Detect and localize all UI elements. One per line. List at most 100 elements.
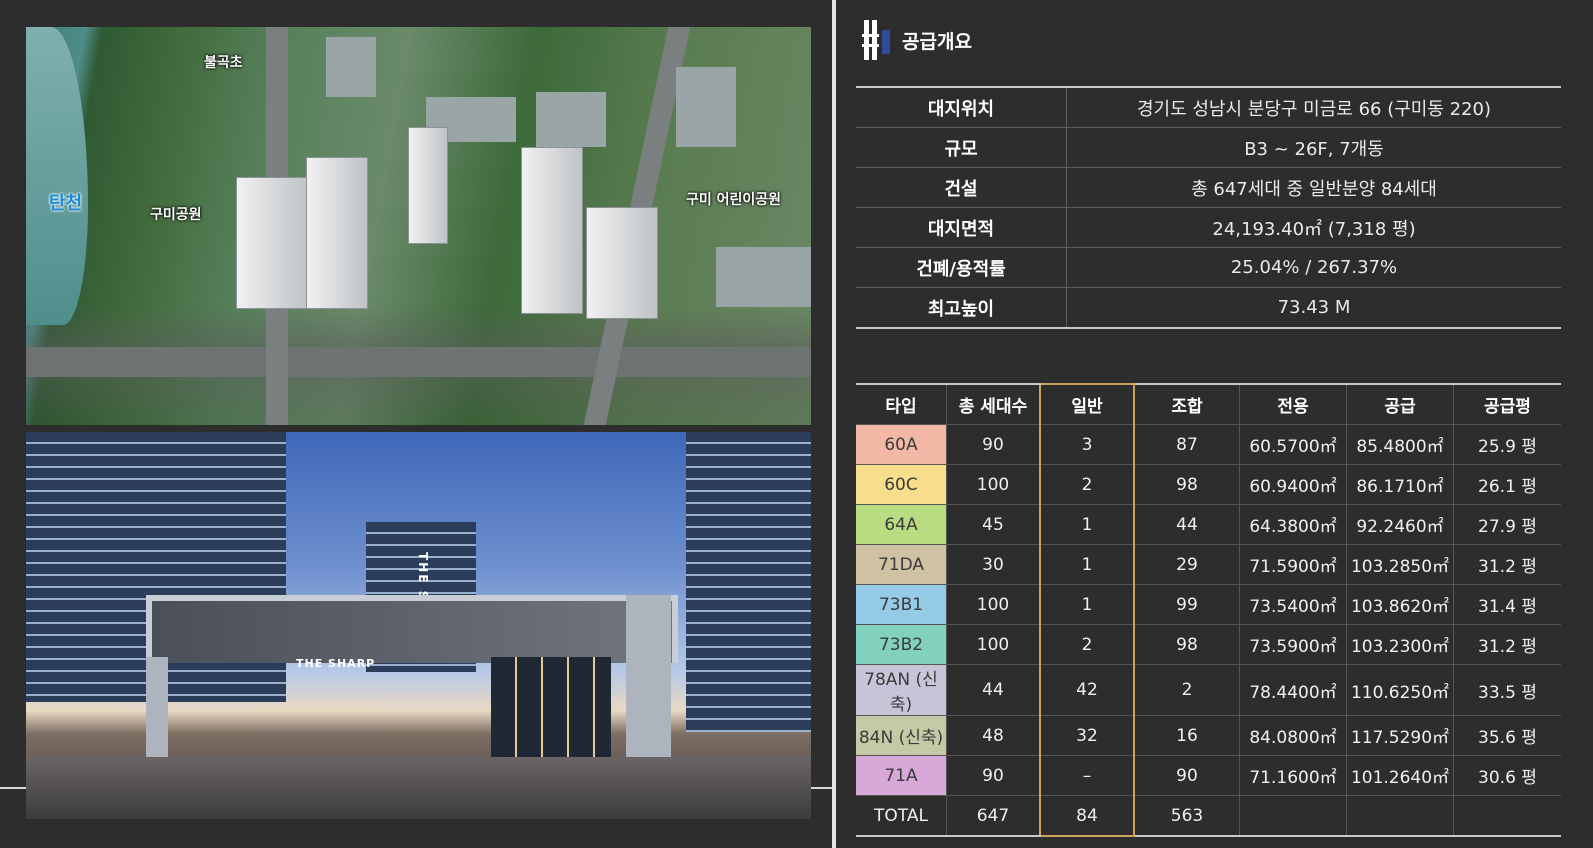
divider-tick xyxy=(0,787,26,789)
cell-total: 100 xyxy=(946,464,1041,505)
cell-pyeong: 30.6 평 xyxy=(1453,755,1561,796)
cell-exclusive: 73.5400㎡ xyxy=(1239,584,1347,625)
cell-general: 32 xyxy=(1039,715,1135,756)
cell-general: 3 xyxy=(1039,424,1135,465)
cell-type: 73B1 xyxy=(856,584,947,625)
summary-label: 건설 xyxy=(856,167,1067,208)
table-row: 60C 100 2 98 60.9400㎡ 86.1710㎡ 26.1 평 xyxy=(856,464,1561,505)
cell-type: 60C xyxy=(856,464,947,505)
cell-total: 90 xyxy=(946,424,1041,465)
table-row: 건설 총 647세대 중 일반분양 84세대 xyxy=(856,167,1561,208)
cell-type: 71A xyxy=(856,755,947,796)
river xyxy=(26,27,88,325)
gate-pillar xyxy=(146,657,168,767)
cell-general: 1 xyxy=(1039,544,1135,585)
section-header: 공급개요 xyxy=(862,20,972,60)
cell-type: 84N (신축) xyxy=(856,715,947,756)
cell-type: 64A xyxy=(856,504,947,545)
background-building xyxy=(716,247,811,307)
table-row: 대지위치 경기도 성남시 분당구 미금로 66 (구미동 220) xyxy=(856,86,1561,128)
cell-union: 29 xyxy=(1134,544,1240,585)
gate-canopy xyxy=(146,595,678,663)
map-label-river: 탄천 xyxy=(49,193,83,214)
table-row: 건폐/용적률 25.04% / 267.37% xyxy=(856,247,1561,288)
table-row: 최고높이 73.43 M xyxy=(856,287,1561,329)
table-row: 71A 90–90 71.1600㎡ 101.2640㎡ 30.6 평 xyxy=(856,755,1561,796)
column-header-type: 타입 xyxy=(856,383,947,425)
cell-supply xyxy=(1346,795,1454,837)
background-building xyxy=(536,92,606,147)
divider-tick xyxy=(811,787,832,789)
summary-label: 규모 xyxy=(856,127,1067,168)
cell-pyeong: 26.1 평 xyxy=(1453,464,1561,505)
cell-type: 60A xyxy=(856,424,947,465)
plaza-ground xyxy=(26,757,811,819)
column-header-supply: 공급 xyxy=(1346,383,1454,425)
column-header-pyeong: 공급평 xyxy=(1453,383,1561,425)
table-row: 60A 90 3 87 60.5700㎡ 85.4800㎡ 25.9 평 xyxy=(856,424,1561,465)
unit-type-table: 타입 총 세대수 일반 조합 전용 공급 공급평 60A 90 3 87 60.5700… xyxy=(856,383,1561,837)
summary-label: 최고높이 xyxy=(856,287,1067,329)
cell-general: 42 xyxy=(1039,664,1135,716)
table-row: 73B2 100 2 98 73.5900㎡ 103.2300㎡ 31.2 평 xyxy=(856,624,1561,665)
table-row: 71DA 30 1 29 71.5900㎡ 103.2850㎡ 31.2 평 xyxy=(856,544,1561,585)
summary-value: 경기도 성남시 분당구 미금로 66 (구미동 220) xyxy=(1066,86,1561,128)
summary-value: 24,193.40㎡ (7,318 평) xyxy=(1066,207,1561,248)
column-header-exclusive: 전용 xyxy=(1239,383,1347,425)
cell-exclusive: 60.9400㎡ xyxy=(1239,464,1347,505)
column-header-union: 조합 xyxy=(1134,383,1240,425)
cell-exclusive: 71.1600㎡ xyxy=(1239,755,1347,796)
divider-vertical xyxy=(832,0,836,848)
apartment-tower xyxy=(408,127,448,244)
cell-type: 71DA xyxy=(856,544,947,585)
background-building xyxy=(326,37,376,97)
cell-supply: 117.5290㎡ xyxy=(1346,715,1454,756)
right-tower xyxy=(686,432,811,732)
table-row: 대지면적 24,193.40㎡ (7,318 평) xyxy=(856,207,1561,248)
summary-value: 25.04% / 267.37% xyxy=(1066,247,1561,288)
cell-union: 98 xyxy=(1134,464,1240,505)
table-header-row: 타입 총 세대수 일반 조합 전용 공급 공급평 xyxy=(856,383,1561,425)
cell-exclusive: 64.3800㎡ xyxy=(1239,504,1347,545)
cell-supply: 92.2460㎡ xyxy=(1346,504,1454,545)
table-row: 73B1 100 1 99 73.5400㎡ 103.8620㎡ 31.4 평 xyxy=(856,584,1561,625)
cell-exclusive xyxy=(1239,795,1347,837)
map-label-school: 불곡초 xyxy=(204,55,243,71)
cell-exclusive: 73.5900㎡ xyxy=(1239,624,1347,665)
cell-pyeong xyxy=(1453,795,1561,837)
summary-label: 대지면적 xyxy=(856,207,1067,248)
cell-total: 44 xyxy=(946,664,1041,716)
table-row: 64A 45 1 44 64.3800㎡ 92.2460㎡ 27.9 평 xyxy=(856,504,1561,545)
cell-type: 78AN (신축) xyxy=(856,664,947,716)
cell-supply: 86.1710㎡ xyxy=(1346,464,1454,505)
map-label-park-right: 구미 어린이공원 xyxy=(686,192,782,208)
aerial-view-image: 불곡초 탄천 구미공원 구미 어린이공원 xyxy=(26,27,811,425)
gate-sign: THE SHARP xyxy=(296,657,376,670)
background-building xyxy=(676,67,736,147)
cell-union: 2 xyxy=(1134,664,1240,716)
cell-type: TOTAL xyxy=(856,795,947,837)
section-title: 공급개요 xyxy=(902,30,972,53)
cell-supply: 85.4800㎡ xyxy=(1346,424,1454,465)
cell-type: 73B2 xyxy=(856,624,947,665)
column-header-total: 총 세대수 xyxy=(946,383,1041,425)
cell-general: 2 xyxy=(1039,624,1135,665)
cell-pyeong: 33.5 평 xyxy=(1453,664,1561,716)
map-label-park-left: 구미공원 xyxy=(150,207,202,223)
cell-total: 30 xyxy=(946,544,1041,585)
cell-union: 44 xyxy=(1134,504,1240,545)
cell-pyeong: 31.2 평 xyxy=(1453,624,1561,665)
apartment-tower xyxy=(521,147,583,314)
cell-union: 90 xyxy=(1134,755,1240,796)
summary-label: 건폐/용적률 xyxy=(856,247,1067,288)
gate-pillar xyxy=(626,595,671,770)
cell-union: 16 xyxy=(1134,715,1240,756)
cell-general: – xyxy=(1039,755,1135,796)
summary-value: B3 ~ 26F, 7개동 xyxy=(1066,127,1561,168)
cell-total: 647 xyxy=(946,795,1041,837)
table-row: TOTAL 647 84 563 xyxy=(856,795,1561,837)
column-header-general: 일반 xyxy=(1039,383,1135,425)
cell-total: 45 xyxy=(946,504,1041,545)
table-row: 84N (신축) 48 32 16 84.0800㎡ 117.5290㎡ 35.6 평 xyxy=(856,715,1561,756)
cell-supply: 103.2300㎡ xyxy=(1346,624,1454,665)
